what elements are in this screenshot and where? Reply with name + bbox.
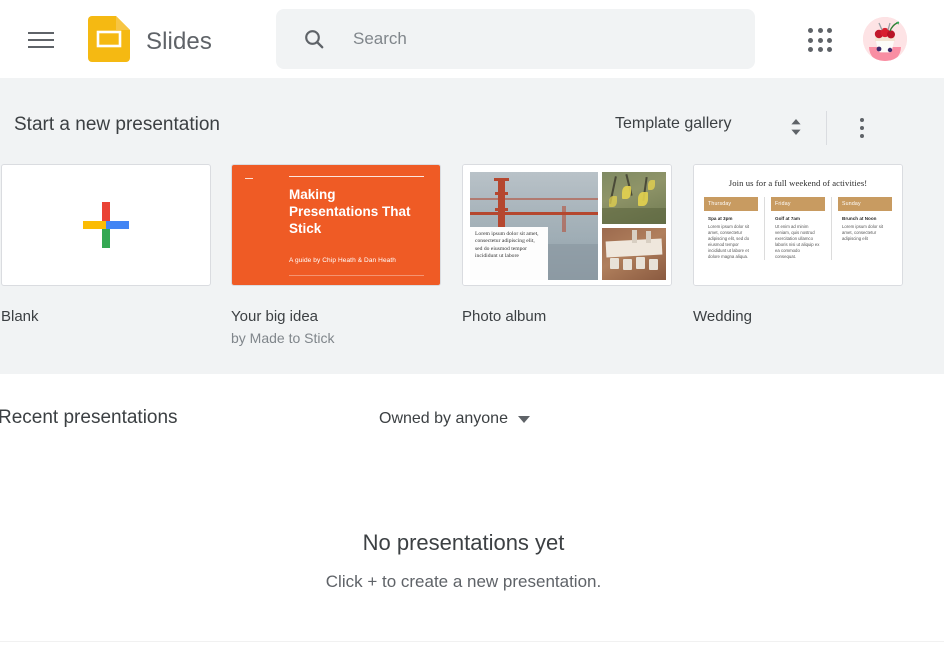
wedding-event-text: Lorem ipsum dolor sit amet, consectetur … bbox=[708, 224, 750, 259]
slides-home-link[interactable]: Slides bbox=[88, 16, 212, 67]
recent-presentations-toolbar: Recent presentations Owned by anyone A Z bbox=[0, 374, 944, 472]
empty-state: No presentations yet Click + to create a… bbox=[0, 472, 944, 642]
empty-state-subtitle: Click + to create a new presentation. bbox=[325, 572, 602, 591]
template-card-your-big-idea[interactable]: Making Presentations That Stick A guide … bbox=[231, 164, 441, 346]
preview-title: Making Presentations That Stick bbox=[289, 187, 411, 236]
search-input[interactable] bbox=[353, 24, 713, 54]
search-bar[interactable] bbox=[276, 9, 755, 69]
app-title: Slides bbox=[146, 27, 212, 55]
more-vert-icon[interactable] bbox=[851, 112, 873, 144]
plus-icon bbox=[80, 199, 132, 251]
wedding-day-label: Friday bbox=[771, 197, 825, 211]
start-new-presentation-section: Start a new presentation Template galler… bbox=[0, 78, 944, 374]
bottom-divider bbox=[0, 641, 944, 642]
template-name-photo-album[interactable]: Photo album bbox=[462, 308, 672, 325]
photo-album-slide-preview: Lorem ipsum dolor sit amet, consectetur … bbox=[463, 165, 671, 285]
caret-down-icon bbox=[517, 415, 530, 423]
template-thumbnail-photo-album[interactable]: Lorem ipsum dolor sit amet, consectetur … bbox=[462, 164, 672, 286]
wedding-event-label: Brunch at Noon bbox=[842, 216, 877, 221]
preview-byline: A guide by Chip Heath & Dan Heath bbox=[289, 257, 397, 264]
wedding-event-label: Spa at 3pm bbox=[708, 216, 733, 221]
wedding-preview-title: Join us for a full weekend of activities… bbox=[728, 178, 868, 188]
template-gallery-button[interactable]: Template gallery bbox=[615, 115, 732, 133]
google-slides-logo-icon bbox=[88, 16, 130, 67]
photo-table-setting bbox=[602, 228, 666, 280]
template-card-photo-album[interactable]: Lorem ipsum dolor sit amet, consectetur … bbox=[462, 164, 672, 325]
slides-home-page: Slides Search Start a new presentation T… bbox=[0, 0, 944, 657]
recent-presentations-title: Recent presentations bbox=[0, 407, 178, 428]
wedding-column-friday: Friday Golf at 7am Ut enim ad minim veni… bbox=[771, 197, 825, 260]
page-title: Start a new presentation bbox=[14, 114, 220, 135]
template-name-your-big-idea[interactable]: Your big idea bbox=[231, 308, 441, 325]
wedding-column-thursday: Thursday Spa at 3pm Lorem ipsum dolor si… bbox=[704, 197, 758, 260]
apps-grid-icon[interactable] bbox=[806, 26, 836, 56]
preview-dash bbox=[245, 178, 253, 179]
preview-rule-bottom bbox=[289, 275, 424, 276]
avatar[interactable] bbox=[863, 17, 907, 61]
hamburger-menu-icon[interactable] bbox=[28, 23, 62, 57]
template-thumbnail-wedding[interactable]: Join us for a full weekend of activities… bbox=[693, 164, 903, 286]
toolbar-divider bbox=[826, 111, 827, 145]
wedding-event-text: Lorem ipsum dolor sit amet, consectetur … bbox=[842, 224, 884, 241]
owner-filter-label: Owned by anyone bbox=[379, 410, 508, 427]
template-author-your-big-idea: by Made to Stick bbox=[231, 330, 335, 346]
wedding-event-label: Golf at 7am bbox=[775, 216, 801, 221]
wedding-columns: Thursday Spa at 3pm Lorem ipsum dolor si… bbox=[704, 197, 892, 260]
column-divider bbox=[764, 197, 765, 260]
wedding-column-sunday: Sunday Brunch at Noon Lorem ipsum dolor … bbox=[838, 197, 892, 260]
app-header: Slides bbox=[0, 0, 944, 78]
wedding-slide-preview: Join us for a full weekend of activities… bbox=[694, 165, 902, 285]
wedding-event-text: Ut enim ad minim veniam, quis nostrud ex… bbox=[775, 224, 820, 259]
template-card-wedding[interactable]: Join us for a full weekend of activities… bbox=[693, 164, 903, 325]
template-thumbnail-blank[interactable] bbox=[1, 164, 211, 286]
photo-caption-box: Lorem ipsum dolor sit amet, consectetur … bbox=[470, 227, 548, 280]
chevron-up-down-icon[interactable] bbox=[786, 114, 806, 140]
column-divider bbox=[831, 197, 832, 260]
photo-autumn-leaves bbox=[602, 172, 666, 224]
owner-filter-dropdown[interactable]: Owned by anyone bbox=[379, 410, 530, 428]
photo-caption-text: Lorem ipsum dolor sit amet, consectetur … bbox=[475, 231, 539, 260]
template-card-blank[interactable]: Blank bbox=[1, 164, 211, 325]
search-icon bbox=[302, 27, 326, 51]
template-name-wedding[interactable]: Wedding bbox=[693, 308, 903, 325]
template-name-blank[interactable]: Blank bbox=[1, 308, 211, 325]
empty-state-title: No presentations yet bbox=[362, 530, 565, 555]
preview-rule bbox=[289, 176, 424, 177]
big-idea-slide-preview: Making Presentations That Stick A guide … bbox=[232, 165, 440, 285]
wedding-day-label: Thursday bbox=[704, 197, 758, 211]
wedding-day-label: Sunday bbox=[838, 197, 892, 211]
templates-header-row: Start a new presentation Template galler… bbox=[0, 106, 944, 150]
template-thumbnail-your-big-idea[interactable]: Making Presentations That Stick A guide … bbox=[231, 164, 441, 286]
